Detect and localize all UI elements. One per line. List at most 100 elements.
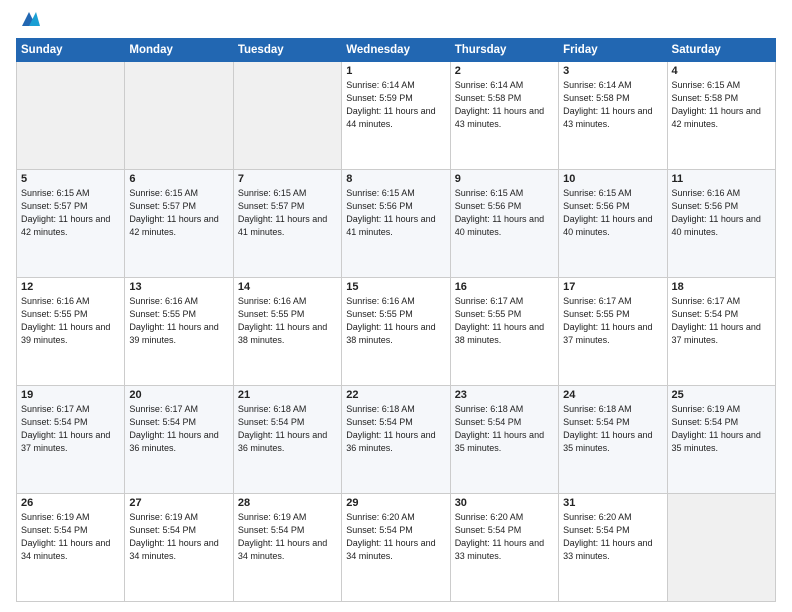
calendar-cell: 19 Sunrise: 6:17 AM Sunset: 5:54 PM Dayli… — [17, 386, 125, 494]
calendar-cell: 8 Sunrise: 6:15 AM Sunset: 5:56 PM Daylig… — [342, 170, 450, 278]
calendar-week-1: 1 Sunrise: 6:14 AM Sunset: 5:59 PM Daylig… — [17, 62, 776, 170]
day-number: 5 — [21, 173, 120, 185]
calendar-cell: 5 Sunrise: 6:15 AM Sunset: 5:57 PM Daylig… — [17, 170, 125, 278]
day-number: 13 — [129, 281, 228, 293]
calendar-header-saturday: Saturday — [667, 39, 775, 62]
calendar-week-5: 26 Sunrise: 6:19 AM Sunset: 5:54 PM Dayli… — [17, 494, 776, 602]
calendar-cell: 28 Sunrise: 6:19 AM Sunset: 5:54 PM Dayli… — [233, 494, 341, 602]
day-info: Sunrise: 6:14 AM Sunset: 5:59 PM Dayligh… — [346, 79, 445, 131]
calendar-cell: 13 Sunrise: 6:16 AM Sunset: 5:55 PM Dayli… — [125, 278, 233, 386]
day-info: Sunrise: 6:15 AM Sunset: 5:56 PM Dayligh… — [563, 187, 662, 239]
day-number: 9 — [455, 173, 554, 185]
calendar-week-4: 19 Sunrise: 6:17 AM Sunset: 5:54 PM Dayli… — [17, 386, 776, 494]
day-info: Sunrise: 6:17 AM Sunset: 5:54 PM Dayligh… — [672, 295, 771, 347]
calendar-cell: 16Sunrise: 6:17 AM Sunset: 5:55 PM Dayli… — [450, 278, 558, 386]
calendar-cell — [667, 494, 775, 602]
calendar-cell: 9Sunrise: 6:15 AM Sunset: 5:56 PM Daylig… — [450, 170, 558, 278]
day-number: 17 — [563, 281, 662, 293]
day-number: 6 — [129, 173, 228, 185]
day-number: 28 — [238, 497, 337, 509]
day-info: Sunrise: 6:17 AM Sunset: 5:54 PM Dayligh… — [129, 403, 228, 455]
day-info: Sunrise: 6:15 AM Sunset: 5:56 PM Dayligh… — [346, 187, 445, 239]
day-number: 27 — [129, 497, 228, 509]
calendar-cell — [125, 62, 233, 170]
day-info: Sunrise: 6:14 AM Sunset: 5:58 PM Dayligh… — [455, 79, 554, 131]
day-number: 8 — [346, 173, 445, 185]
calendar-cell: 1 Sunrise: 6:14 AM Sunset: 5:59 PM Daylig… — [342, 62, 450, 170]
day-info: Sunrise: 6:19 AM Sunset: 5:54 PM Dayligh… — [21, 511, 120, 563]
calendar-cell: 21Sunrise: 6:18 AM Sunset: 5:54 PM Dayli… — [233, 386, 341, 494]
calendar-cell: 4Sunrise: 6:15 AM Sunset: 5:58 PM Daylig… — [667, 62, 775, 170]
calendar-cell: 11 Sunrise: 6:16 AM Sunset: 5:56 PM Dayli… — [667, 170, 775, 278]
day-info: Sunrise: 6:19 AM Sunset: 5:54 PM Dayligh… — [672, 403, 771, 455]
calendar-cell — [233, 62, 341, 170]
day-number: 18 — [672, 281, 771, 293]
day-info: Sunrise: 6:18 AM Sunset: 5:54 PM Dayligh… — [346, 403, 445, 455]
day-info: Sunrise: 6:18 AM Sunset: 5:54 PM Dayligh… — [455, 403, 554, 455]
day-info: Sunrise: 6:17 AM Sunset: 5:54 PM Dayligh… — [21, 403, 120, 455]
day-info: Sunrise: 6:15 AM Sunset: 5:57 PM Dayligh… — [238, 187, 337, 239]
day-number: 10 — [563, 173, 662, 185]
calendar-header-wednesday: Wednesday — [342, 39, 450, 62]
day-number: 22 — [346, 389, 445, 401]
calendar-cell: 14Sunrise: 6:16 AM Sunset: 5:55 PM Dayli… — [233, 278, 341, 386]
day-number: 30 — [455, 497, 554, 509]
calendar-cell: 25 Sunrise: 6:19 AM Sunset: 5:54 PM Dayli… — [667, 386, 775, 494]
calendar-cell: 15Sunrise: 6:16 AM Sunset: 5:55 PM Dayli… — [342, 278, 450, 386]
day-info: Sunrise: 6:16 AM Sunset: 5:55 PM Dayligh… — [21, 295, 120, 347]
calendar-cell: 7 Sunrise: 6:15 AM Sunset: 5:57 PM Daylig… — [233, 170, 341, 278]
calendar-cell: 20 Sunrise: 6:17 AM Sunset: 5:54 PM Dayli… — [125, 386, 233, 494]
day-info: Sunrise: 6:19 AM Sunset: 5:54 PM Dayligh… — [238, 511, 337, 563]
calendar-cell: 18 Sunrise: 6:17 AM Sunset: 5:54 PM Dayli… — [667, 278, 775, 386]
day-number: 23 — [455, 389, 554, 401]
calendar-cell — [17, 62, 125, 170]
day-number: 2 — [455, 65, 554, 77]
day-number: 1 — [346, 65, 445, 77]
calendar-header-row: SundayMondayTuesdayWednesdayThursdayFrid… — [17, 39, 776, 62]
calendar-header-monday: Monday — [125, 39, 233, 62]
day-info: Sunrise: 6:16 AM Sunset: 5:55 PM Dayligh… — [129, 295, 228, 347]
day-number: 31 — [563, 497, 662, 509]
day-number: 19 — [21, 389, 120, 401]
day-number: 29 — [346, 497, 445, 509]
day-info: Sunrise: 6:19 AM Sunset: 5:54 PM Dayligh… — [129, 511, 228, 563]
calendar-cell: 3Sunrise: 6:14 AM Sunset: 5:58 PM Daylig… — [559, 62, 667, 170]
calendar-cell: 6 Sunrise: 6:15 AM Sunset: 5:57 PM Daylig… — [125, 170, 233, 278]
calendar-cell: 10 Sunrise: 6:15 AM Sunset: 5:56 PM Dayli… — [559, 170, 667, 278]
calendar: SundayMondayTuesdayWednesdayThursdayFrid… — [16, 38, 776, 602]
day-info: Sunrise: 6:20 AM Sunset: 5:54 PM Dayligh… — [563, 511, 662, 563]
day-number: 25 — [672, 389, 771, 401]
calendar-week-3: 12 Sunrise: 6:16 AM Sunset: 5:55 PM Dayli… — [17, 278, 776, 386]
logo — [16, 12, 40, 30]
day-number: 16 — [455, 281, 554, 293]
day-number: 24 — [563, 389, 662, 401]
day-info: Sunrise: 6:20 AM Sunset: 5:54 PM Dayligh… — [455, 511, 554, 563]
calendar-cell: 17 Sunrise: 6:17 AM Sunset: 5:55 PM Dayli… — [559, 278, 667, 386]
page: SundayMondayTuesdayWednesdayThursdayFrid… — [0, 0, 792, 612]
calendar-cell: 27 Sunrise: 6:19 AM Sunset: 5:54 PM Dayli… — [125, 494, 233, 602]
calendar-week-2: 5 Sunrise: 6:15 AM Sunset: 5:57 PM Daylig… — [17, 170, 776, 278]
day-info: Sunrise: 6:15 AM Sunset: 5:58 PM Dayligh… — [672, 79, 771, 131]
calendar-cell: 12 Sunrise: 6:16 AM Sunset: 5:55 PM Dayli… — [17, 278, 125, 386]
calendar-cell: 24 Sunrise: 6:18 AM Sunset: 5:54 PM Dayli… — [559, 386, 667, 494]
day-info: Sunrise: 6:16 AM Sunset: 5:56 PM Dayligh… — [672, 187, 771, 239]
calendar-cell: 22 Sunrise: 6:18 AM Sunset: 5:54 PM Dayli… — [342, 386, 450, 494]
day-number: 7 — [238, 173, 337, 185]
day-info: Sunrise: 6:18 AM Sunset: 5:54 PM Dayligh… — [238, 403, 337, 455]
calendar-cell: 30 Sunrise: 6:20 AM Sunset: 5:54 PM Dayli… — [450, 494, 558, 602]
calendar-cell: 2 Sunrise: 6:14 AM Sunset: 5:58 PM Daylig… — [450, 62, 558, 170]
day-info: Sunrise: 6:15 AM Sunset: 5:57 PM Dayligh… — [129, 187, 228, 239]
calendar-header-tuesday: Tuesday — [233, 39, 341, 62]
day-info: Sunrise: 6:16 AM Sunset: 5:55 PM Dayligh… — [238, 295, 337, 347]
day-number: 26 — [21, 497, 120, 509]
calendar-header-thursday: Thursday — [450, 39, 558, 62]
day-number: 11 — [672, 173, 771, 185]
calendar-header-sunday: Sunday — [17, 39, 125, 62]
day-number: 12 — [21, 281, 120, 293]
day-info: Sunrise: 6:17 AM Sunset: 5:55 PM Dayligh… — [563, 295, 662, 347]
day-info: Sunrise: 6:15 AM Sunset: 5:57 PM Dayligh… — [21, 187, 120, 239]
day-number: 3 — [563, 65, 662, 77]
day-info: Sunrise: 6:18 AM Sunset: 5:54 PM Dayligh… — [563, 403, 662, 455]
calendar-cell: 29Sunrise: 6:20 AM Sunset: 5:54 PM Dayli… — [342, 494, 450, 602]
day-number: 20 — [129, 389, 228, 401]
